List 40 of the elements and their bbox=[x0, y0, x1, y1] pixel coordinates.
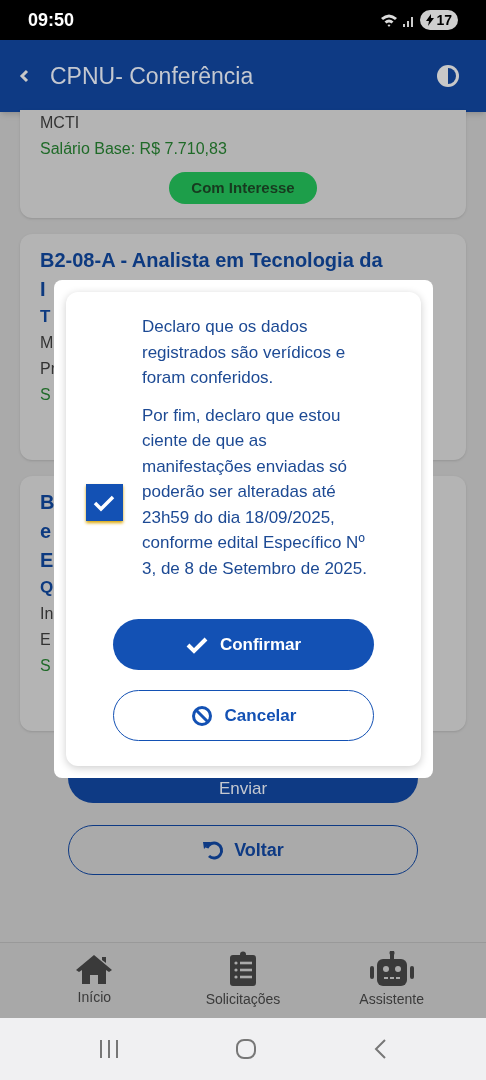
declaration-text: Declaro que os dados registrados são verídicos e foram conferidos. bbox=[142, 316, 347, 389]
undo-icon bbox=[202, 839, 225, 861]
card-subtitle: Q bbox=[40, 577, 54, 599]
card-title: e bbox=[40, 519, 52, 544]
status-time: 09:50 bbox=[28, 8, 75, 32]
declaration-text: Por fim, declaro que estou ciente de que as manifestações enviadas só poderão ser alteradas até 23h59 do dia 18/09/2025, conforme edital Específico Nº 3, de 8 de Setembro de 2025. bbox=[142, 404, 368, 580]
back-button[interactable]: Voltar bbox=[68, 825, 418, 875]
salary-text: S bbox=[40, 385, 51, 405]
home-button-icon[interactable] bbox=[235, 1038, 257, 1060]
screen-title: CPNU- Conferência bbox=[50, 61, 254, 91]
back-icon[interactable] bbox=[18, 69, 30, 83]
card-title: I bbox=[40, 277, 46, 302]
bolt-icon bbox=[426, 14, 435, 26]
recent-apps-icon[interactable] bbox=[97, 1038, 120, 1060]
card-text: E bbox=[40, 630, 51, 650]
ban-icon bbox=[190, 704, 213, 727]
check-icon bbox=[92, 493, 116, 512]
card-title: B bbox=[40, 490, 55, 515]
card-text: M bbox=[40, 333, 54, 353]
clipboard-list-icon bbox=[229, 951, 257, 987]
card-title: E bbox=[40, 548, 54, 573]
card-text: Pr bbox=[40, 359, 56, 379]
nav-item[interactable]: Assistente bbox=[336, 951, 447, 1010]
check-icon bbox=[185, 635, 208, 654]
battery-indicator: 17 bbox=[420, 10, 458, 30]
salary-text: S bbox=[40, 656, 51, 676]
confirm-button[interactable]: Confirmar bbox=[113, 619, 374, 670]
contrast-icon[interactable] bbox=[436, 64, 460, 88]
card-subtitle: T bbox=[40, 306, 51, 328]
salary-text: Salário Base: R$ 7.710,83 bbox=[40, 139, 227, 159]
card-title: B2-08-A - Analista em Tecnologia da bbox=[40, 248, 383, 273]
status-badge: Com Interesse bbox=[169, 172, 317, 204]
card-text: In bbox=[40, 604, 54, 624]
robot-icon bbox=[368, 951, 415, 987]
card-text: MCTI bbox=[40, 113, 80, 133]
system-back-icon[interactable] bbox=[372, 1038, 389, 1060]
checkbox[interactable] bbox=[85, 484, 123, 521]
nav-item[interactable]: Início bbox=[39, 953, 150, 1008]
wifi-icon bbox=[380, 13, 399, 27]
nav-item[interactable]: Solicitações bbox=[188, 951, 298, 1010]
